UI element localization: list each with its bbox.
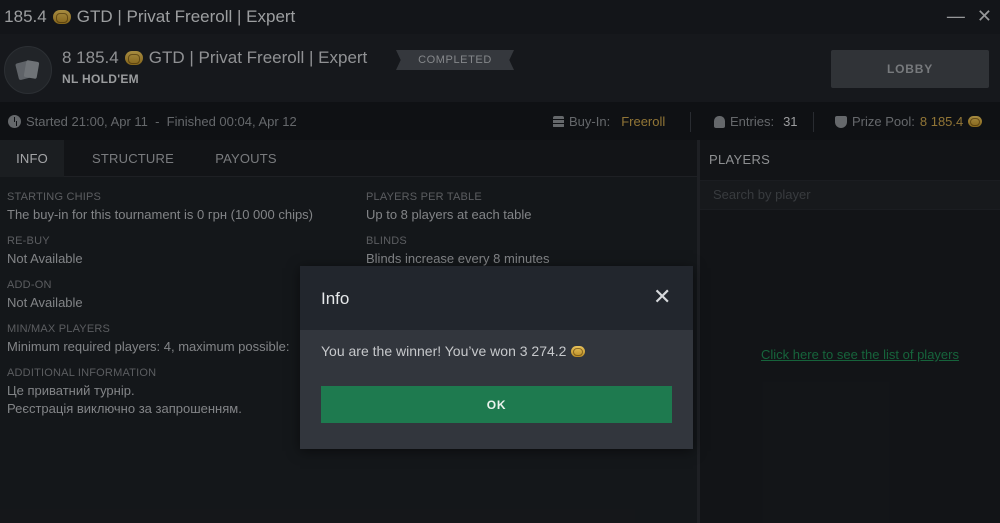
dialog-title: Info	[321, 289, 350, 308]
ok-button[interactable]: OK	[321, 386, 672, 423]
close-icon[interactable]: ✕	[653, 286, 671, 308]
winner-message: You are the winner! You’ve won 3 274.2	[321, 343, 567, 359]
dialog-header: Info ✕	[300, 266, 693, 330]
dialog-message: You are the winner! You’ve won 3 274.2	[321, 343, 586, 359]
coin-icon	[571, 345, 586, 357]
tournament-window: 8 185.4 GTD | Privat Freeroll | Expert —…	[0, 0, 1000, 523]
info-dialog: Info ✕ You are the winner! You’ve won 3 …	[300, 266, 693, 449]
